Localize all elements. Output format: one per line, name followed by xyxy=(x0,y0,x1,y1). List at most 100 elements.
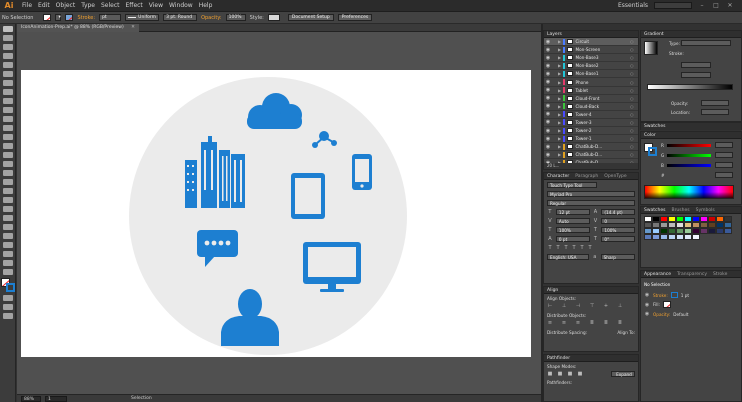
canvas-area[interactable] xyxy=(17,32,541,394)
vertical-scale-field[interactable]: 100% xyxy=(555,227,590,233)
language-field[interactable]: English: USA xyxy=(547,254,589,260)
layers-title-text[interactable]: Layers xyxy=(547,31,562,37)
color-swatch[interactable] xyxy=(644,234,652,240)
color-title-text[interactable]: Color xyxy=(644,132,656,138)
tab-close-icon[interactable]: ✕ xyxy=(131,25,135,30)
target-circle-icon[interactable]: ○ xyxy=(630,96,638,101)
visibility-eye-icon[interactable]: ◉ xyxy=(544,119,552,125)
font-style-field[interactable]: Regular xyxy=(547,200,635,206)
pen-tool-icon[interactable] xyxy=(2,62,13,68)
line-tool-icon[interactable] xyxy=(2,80,13,86)
maximize-icon[interactable]: □ xyxy=(712,2,720,9)
exclude-icon[interactable]: ■ xyxy=(577,371,583,377)
layer-name[interactable]: Mon-Base2 xyxy=(576,63,631,68)
layer-name[interactable]: Mon-Screen xyxy=(576,47,631,52)
target-circle-icon[interactable]: ○ xyxy=(630,120,638,125)
distribute-left-icon[interactable]: Ⅲ xyxy=(589,320,595,326)
stroke-swatch[interactable] xyxy=(65,14,74,21)
direct-selection-tool-icon[interactable] xyxy=(2,35,13,41)
target-circle-icon[interactable]: ○ xyxy=(630,55,638,60)
blue-field[interactable] xyxy=(715,162,733,168)
layer-row[interactable]: ◉ ▶ Tower-2 ○ xyxy=(544,127,638,136)
pencil-tool-icon[interactable] xyxy=(2,107,13,113)
expand-button[interactable]: Expand xyxy=(611,371,635,377)
screen-mode-icon[interactable] xyxy=(2,313,13,319)
gradient-slider[interactable] xyxy=(647,84,733,90)
artboard-tool-icon[interactable] xyxy=(2,242,13,248)
artboard[interactable] xyxy=(21,70,531,357)
opacity-label[interactable]: Opacity: xyxy=(201,15,222,21)
gradient-angle-field[interactable] xyxy=(681,62,711,68)
selection-tool-icon[interactable] xyxy=(2,26,13,32)
baseline-shift-field[interactable]: 0 pt xyxy=(555,236,590,242)
menu-select[interactable]: Select xyxy=(101,2,120,9)
visibility-eye-icon[interactable]: ◉ xyxy=(544,103,552,109)
opacity-field[interactable]: 100% xyxy=(225,14,246,21)
color-swatch[interactable] xyxy=(708,228,716,234)
color-swatch[interactable] xyxy=(684,234,692,240)
target-circle-icon[interactable]: ○ xyxy=(630,39,638,44)
layer-row[interactable]: ◉ ▶ Mon-Screen ○ xyxy=(544,46,638,55)
gradient-type-dropdown[interactable] xyxy=(681,40,731,46)
layer-row[interactable]: ◉ ▶ Circuit ○ xyxy=(544,38,638,47)
distribute-vcenter-icon[interactable]: ≡ xyxy=(561,320,567,326)
color-swatch[interactable] xyxy=(668,234,676,240)
all-caps-icon[interactable]: T xyxy=(547,245,553,251)
magic-wand-tool-icon[interactable] xyxy=(2,44,13,50)
layer-row[interactable]: ◉ ▶ Mon-Base2 ○ xyxy=(544,62,638,71)
zoom-tool-icon[interactable] xyxy=(2,269,13,275)
target-circle-icon[interactable]: ○ xyxy=(630,80,638,85)
align-right-icon[interactable]: ⊣ xyxy=(575,303,581,309)
appearance-fill-swatch[interactable] xyxy=(663,301,672,308)
target-circle-icon[interactable]: ○ xyxy=(630,152,638,157)
eyedropper-tool-icon[interactable] xyxy=(2,206,13,212)
layer-row[interactable]: ◉ ▶ Tower-3 ○ xyxy=(544,119,638,128)
swatches-title-text[interactable]: Swatches xyxy=(644,123,666,130)
graphic-style-dropdown[interactable] xyxy=(267,14,280,21)
kerning-field[interactable]: Auto xyxy=(555,218,590,224)
layer-row[interactable]: ◉ ▶ Cloud-Back ○ xyxy=(544,103,638,111)
menu-file[interactable]: File xyxy=(22,2,32,9)
layer-name[interactable]: Cloud-Front xyxy=(576,96,631,101)
tab-opentype[interactable]: OpenType xyxy=(604,173,626,179)
red-field[interactable] xyxy=(715,142,733,148)
visibility-eye-icon[interactable]: ◉ xyxy=(544,95,552,101)
type-tool-icon[interactable] xyxy=(2,71,13,77)
target-circle-icon[interactable]: ○ xyxy=(630,63,638,68)
gradient-tool-icon[interactable] xyxy=(2,197,13,203)
layer-row[interactable]: ◉ ▶ Mon-Base3 ○ xyxy=(544,54,638,63)
color-swatch[interactable] xyxy=(724,228,732,234)
touch-type-tool-button[interactable]: Touch Type Tool xyxy=(547,182,597,188)
visibility-eye-icon[interactable]: ◉ xyxy=(544,71,552,77)
target-circle-icon[interactable]: ○ xyxy=(630,104,638,109)
variable-width-profile[interactable]: Uniform xyxy=(125,14,160,21)
layer-name[interactable]: Cloud-Back xyxy=(576,104,631,109)
color-mode-icon[interactable] xyxy=(2,295,13,301)
green-field[interactable] xyxy=(715,152,733,158)
appearance-opacity-label[interactable]: Opacity: xyxy=(653,312,670,317)
visibility-eye-icon[interactable]: ◉ xyxy=(544,39,552,45)
lasso-tool-icon[interactable] xyxy=(2,53,13,59)
distribute-hcenter-icon[interactable]: Ⅲ xyxy=(603,320,609,326)
document-setup-button[interactable]: Document Setup xyxy=(287,14,334,21)
visibility-eye-icon[interactable]: ◉ xyxy=(544,55,552,61)
leading-field[interactable]: (14.4 pt) xyxy=(601,209,635,215)
menu-effect[interactable]: Effect xyxy=(126,2,143,9)
strikethrough-icon[interactable]: T xyxy=(587,245,593,251)
distribute-top-icon[interactable]: ≡ xyxy=(547,320,553,326)
color-spectrum[interactable] xyxy=(644,185,734,199)
close-icon[interactable]: ✕ xyxy=(726,2,734,9)
green-slider[interactable] xyxy=(667,154,711,157)
rectangle-tool-icon[interactable] xyxy=(2,89,13,95)
help-search-input[interactable] xyxy=(654,2,692,9)
small-caps-icon[interactable]: T xyxy=(555,245,561,251)
perspective-grid-tool-icon[interactable] xyxy=(2,179,13,185)
align-bottom-icon[interactable]: ⊥ xyxy=(617,303,623,309)
hand-tool-icon[interactable] xyxy=(2,260,13,266)
tab-brushes[interactable]: Brushes xyxy=(672,207,690,213)
target-circle-icon[interactable]: ○ xyxy=(630,136,638,141)
anti-alias-field[interactable]: Sharp xyxy=(600,254,635,260)
gradient-preview-swatch[interactable] xyxy=(644,41,658,55)
visibility-eye-icon[interactable]: ◉ xyxy=(544,144,552,150)
layer-row[interactable]: ◉ ▶ Tablet ○ xyxy=(544,87,638,95)
